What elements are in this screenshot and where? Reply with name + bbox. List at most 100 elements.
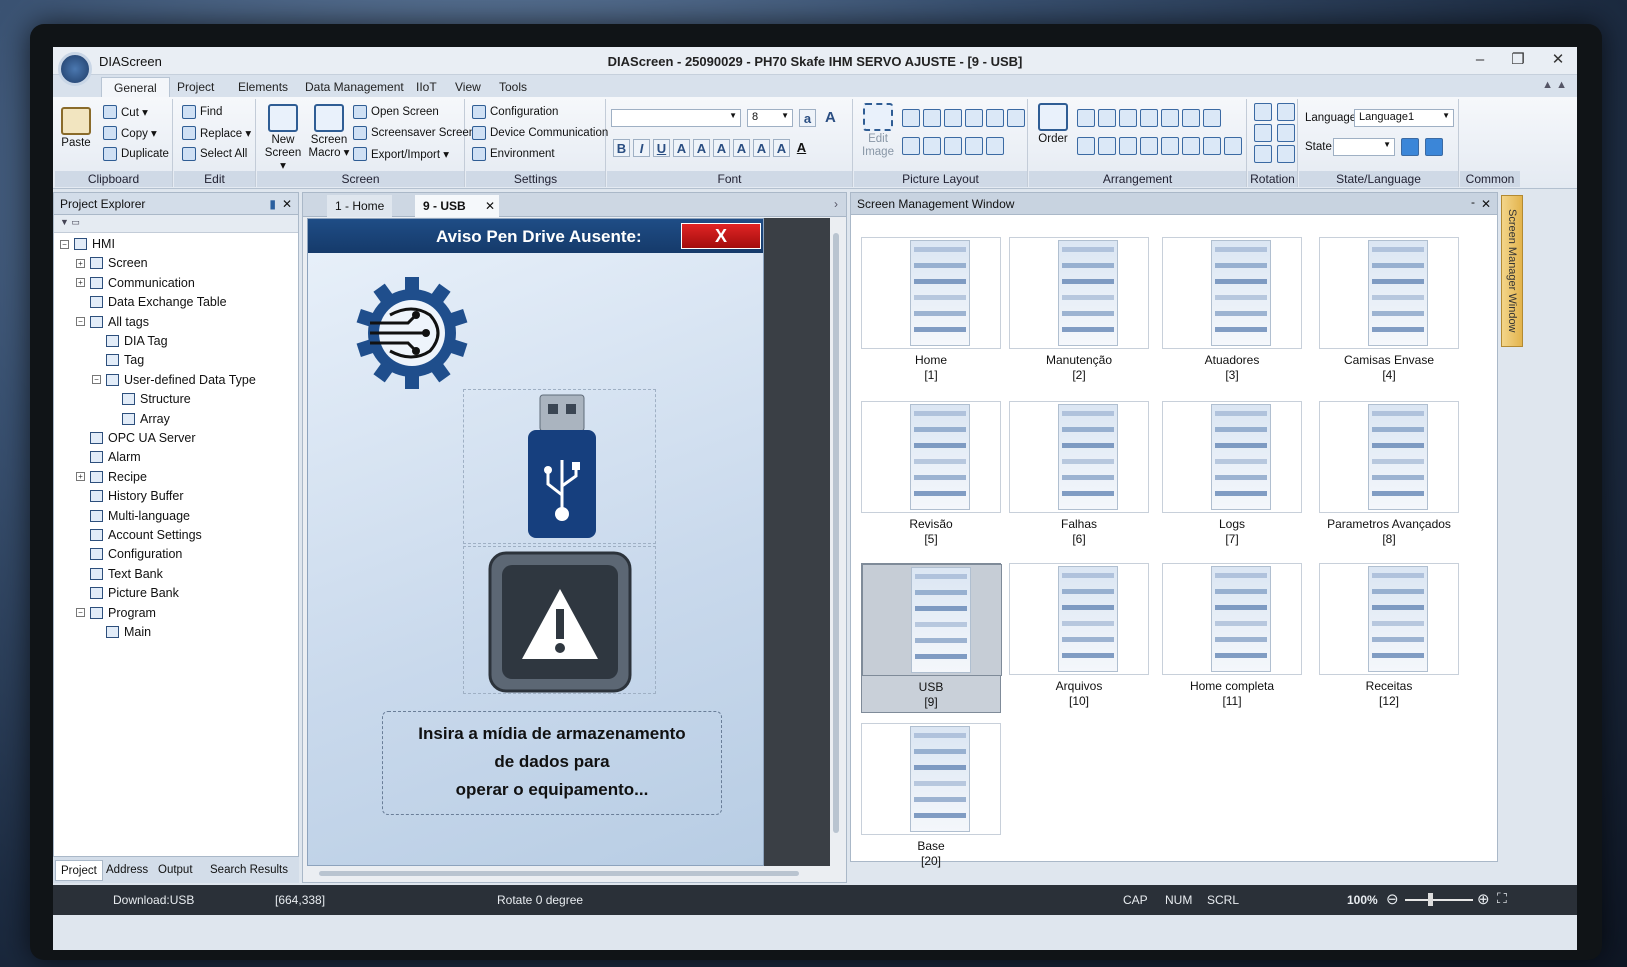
ungroup-icon[interactable] <box>1098 137 1116 155</box>
align-icon[interactable] <box>923 137 941 155</box>
restore-button[interactable]: ❐ <box>1501 50 1535 70</box>
align-right-icon[interactable] <box>1098 109 1116 127</box>
tree-item[interactable]: − User-defined Data Type <box>92 373 256 387</box>
expander-icon[interactable]: − <box>92 375 101 385</box>
italic-button[interactable]: I <box>633 139 650 157</box>
screen-thumbnail[interactable]: Home [1] <box>861 237 1001 383</box>
screen-thumbnail[interactable]: Arquivos [10] <box>1009 563 1149 709</box>
grow-font-icon[interactable]: A <box>825 109 836 126</box>
align-icon[interactable] <box>965 109 983 127</box>
tab-output[interactable]: Output <box>153 860 198 881</box>
zoom-out-icon[interactable]: ⊖ <box>1386 890 1399 908</box>
close-icon[interactable]: ✕ <box>282 193 292 215</box>
distribute-icon[interactable] <box>1182 137 1200 155</box>
tab-search-results[interactable]: Search Results 2 <box>205 860 299 897</box>
screensaver-button[interactable]: Screensaver Screen <box>353 126 475 140</box>
new-screen-button[interactable]: New Screen ▾ <box>261 104 305 173</box>
tree-item[interactable]: Data Exchange Table <box>76 295 227 309</box>
font-case-icon[interactable]: a <box>799 109 816 127</box>
screen-thumbnail[interactable]: Logs [7] <box>1162 401 1302 547</box>
underline-button[interactable]: U <box>653 139 670 157</box>
distribute-icon[interactable] <box>1224 137 1242 155</box>
tab-project-bottom[interactable]: Project <box>55 860 103 881</box>
tree-item[interactable]: Text Bank <box>76 567 163 581</box>
bold-button[interactable]: B <box>613 139 630 157</box>
state-next-icon[interactable] <box>1425 138 1443 156</box>
tree-item[interactable]: Array <box>108 412 170 426</box>
expander-icon[interactable]: − <box>76 317 85 327</box>
tree-item[interactable]: DIA Tag <box>92 334 168 348</box>
align-icon[interactable] <box>965 137 983 155</box>
gear-bulb-icon[interactable] <box>350 271 470 391</box>
screen-thumbnail[interactable]: USB [9] <box>861 563 1002 713</box>
screen-thumbnail[interactable]: Home completa [11] <box>1162 563 1302 709</box>
ribbon-collapse-icon[interactable]: ▲ ▲ <box>1542 79 1567 91</box>
edit-image-button[interactable]: Edit Image <box>858 103 898 159</box>
distribute-icon[interactable] <box>1161 137 1179 155</box>
screen-thumbnail[interactable]: Camisas Envase [4] <box>1319 237 1459 383</box>
tab-data-management[interactable]: Data Management <box>293 77 416 97</box>
grid-icon[interactable] <box>1203 109 1221 127</box>
usb-image-frame[interactable] <box>463 389 656 544</box>
tree-item[interactable]: Alarm <box>76 450 141 464</box>
find-button[interactable]: Find <box>182 105 222 119</box>
screen-thumbnail[interactable]: Receitas [12] <box>1319 563 1459 709</box>
open-screen-button[interactable]: Open Screen <box>353 105 439 119</box>
font-name-select[interactable]: ▼ <box>611 109 741 127</box>
screen-thumbnail[interactable]: Manutenção [2] <box>1009 237 1149 383</box>
state-prev-icon[interactable] <box>1401 138 1419 156</box>
screen-thumbnail[interactable]: Revisão [5] <box>861 401 1001 547</box>
pin-icon[interactable]: ▮ <box>269 193 276 215</box>
tab-address[interactable]: Address <box>101 860 153 881</box>
select-all-button[interactable]: Select All <box>182 147 247 161</box>
align-icon[interactable] <box>902 109 920 127</box>
order-button[interactable]: Order <box>1035 103 1071 145</box>
fit-screen-icon[interactable]: ⛶ <box>1497 890 1507 907</box>
screen-macro-button[interactable]: Screen Macro ▾ <box>307 104 351 160</box>
export-import-button[interactable]: Export/Import ▾ <box>353 147 449 161</box>
text-style-icon[interactable]: A <box>753 139 770 157</box>
center-h-icon[interactable] <box>1161 109 1179 127</box>
tab-project[interactable]: Project <box>165 77 226 97</box>
tree-item[interactable]: Multi-language <box>76 509 190 523</box>
align-icon[interactable] <box>923 109 941 127</box>
tree-item[interactable]: Structure <box>108 392 191 406</box>
language-select[interactable]: Language1 ▼ <box>1354 109 1454 127</box>
zoom-slider[interactable] <box>1405 899 1473 901</box>
font-size-select[interactable]: 8 ▼ <box>747 109 793 127</box>
expander-icon[interactable]: − <box>76 608 85 618</box>
tree-item[interactable]: − Program <box>76 606 156 620</box>
flip-icon[interactable] <box>1277 145 1295 163</box>
flip-icon[interactable] <box>1254 145 1272 163</box>
replace-button[interactable]: Replace ▾ <box>182 126 251 140</box>
expander-icon[interactable]: + <box>76 472 85 482</box>
hmi-close-button[interactable]: X <box>681 223 761 249</box>
text-style-icon[interactable]: A <box>713 139 730 157</box>
app-logo-icon[interactable] <box>58 52 92 86</box>
tree-item[interactable]: Account Settings <box>76 528 202 542</box>
zoom-slider-handle[interactable] <box>1428 893 1433 906</box>
chevron-right-icon[interactable]: › <box>834 197 838 211</box>
vertical-scrollbar[interactable] <box>833 233 839 833</box>
screen-thumbnail[interactable]: Parametros Avançados [8] <box>1319 401 1459 547</box>
filter-icon[interactable]: ▼ ▭ <box>60 217 80 228</box>
horizontal-scrollbar[interactable] <box>319 871 799 876</box>
distribute-icon[interactable] <box>1140 137 1158 155</box>
close-window-button[interactable]: ✕ <box>1541 50 1575 70</box>
group-icon[interactable] <box>1077 137 1095 155</box>
hmi-message-box[interactable]: Insira a mídia de armazenamento de dados… <box>382 711 722 815</box>
align-bottom-icon[interactable] <box>1140 109 1158 127</box>
center-v-icon[interactable] <box>1182 109 1200 127</box>
align-left-icon[interactable] <box>1077 109 1095 127</box>
tree-item[interactable]: − All tags <box>76 315 149 329</box>
configuration-button[interactable]: Configuration <box>472 105 558 119</box>
hmi-canvas[interactable]: Aviso Pen Drive Ausente: X Insira a mídi… <box>307 218 764 866</box>
align-top-icon[interactable] <box>1119 109 1137 127</box>
paste-button[interactable]: Paste <box>61 107 91 149</box>
tree-item[interactable]: Picture Bank <box>76 586 179 600</box>
duplicate-button[interactable]: Duplicate <box>103 147 169 161</box>
font-color-icon[interactable]: A <box>793 139 810 157</box>
align-icon[interactable] <box>1007 109 1025 127</box>
tree-item[interactable]: OPC UA Server <box>76 431 196 445</box>
tab-iiot[interactable]: IIoT <box>404 77 449 97</box>
